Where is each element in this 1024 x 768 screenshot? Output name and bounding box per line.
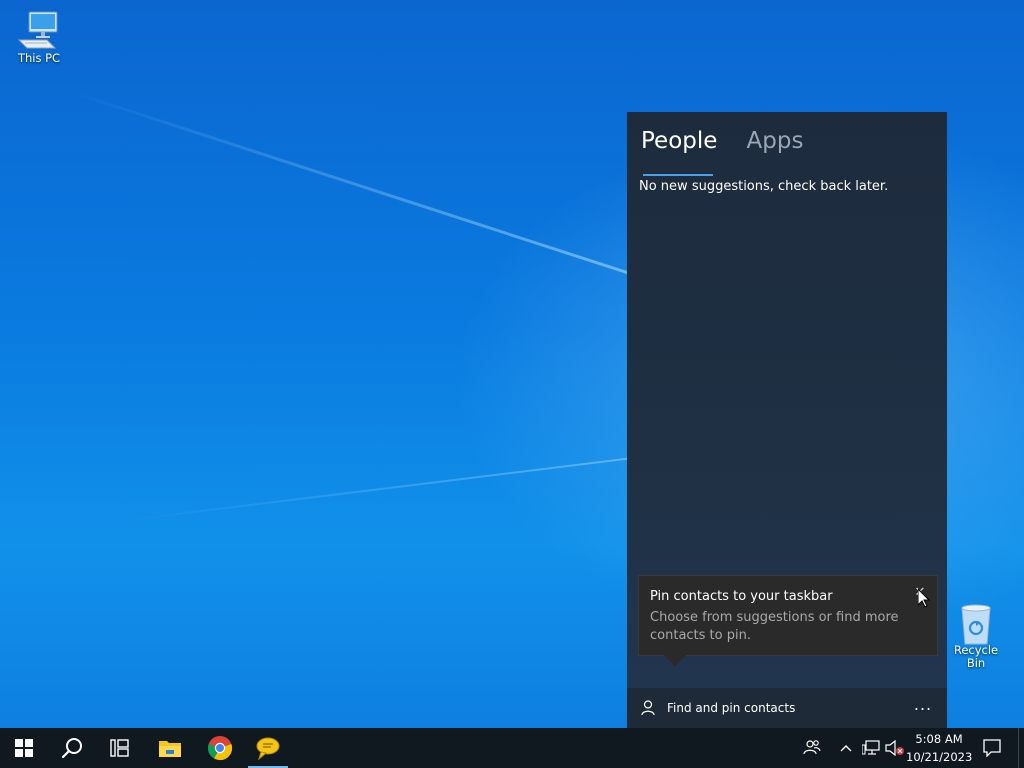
network-button[interactable] xyxy=(860,728,882,768)
tip-pointer xyxy=(663,643,687,667)
chevron-up-icon xyxy=(840,745,852,752)
wallpaper-light-beam xyxy=(69,90,679,291)
folder-icon xyxy=(159,741,181,757)
task-view-icon xyxy=(110,739,129,757)
volume-button[interactable] xyxy=(884,728,906,768)
task-view-button[interactable] xyxy=(96,728,144,768)
tip-title: Pin contacts to your taskbar xyxy=(650,589,833,604)
chrome-icon xyxy=(207,736,233,761)
people-panel-footer: Find and pin contacts ... xyxy=(627,688,947,728)
action-center-button[interactable] xyxy=(978,728,1006,768)
chrome-button[interactable] xyxy=(196,728,244,768)
recycle-bin-icon xyxy=(954,602,998,645)
show-desktop-button[interactable] xyxy=(1018,728,1024,768)
find-and-pin-contacts-button[interactable]: Find and pin contacts xyxy=(641,696,795,720)
pointer-icon xyxy=(917,587,931,608)
volume-muted-icon xyxy=(885,740,904,756)
more-options-button[interactable]: ... xyxy=(913,697,933,718)
tip-body: Choose from suggestions or find more con… xyxy=(650,610,899,643)
suggestions-message: No new suggestions, check back later. xyxy=(639,179,889,194)
desktop-icon-label: This PC xyxy=(17,51,61,65)
clock-time: 5:08 AM xyxy=(915,732,963,746)
people-tabs: People Apps xyxy=(641,128,827,176)
person-icon xyxy=(641,700,655,716)
pin-contacts-tip: Pin contacts to your taskbar Choose from… xyxy=(638,575,938,667)
active-tab-indicator xyxy=(643,174,713,176)
start-button[interactable] xyxy=(0,728,48,768)
clock-date: 10/21/2023 xyxy=(906,750,973,764)
people-panel: People Apps No new suggestions, check ba… xyxy=(627,112,947,728)
clock[interactable]: 5:08 AM 10/21/2023 xyxy=(906,730,972,766)
find-pin-label: Find and pin contacts xyxy=(667,701,796,715)
windows-logo-icon xyxy=(15,739,33,757)
tab-apps[interactable]: Apps xyxy=(747,128,804,154)
speech-bubble-icon xyxy=(256,737,280,760)
network-icon xyxy=(862,740,880,755)
people-icon xyxy=(803,740,821,755)
search-icon xyxy=(61,738,82,759)
computer-icon xyxy=(17,10,61,50)
taskbar: 5:08 AM 10/21/2023 xyxy=(0,728,1024,768)
tab-people[interactable]: People xyxy=(641,128,717,154)
desktop-icon-recycle-bin[interactable]: Recycle Bin xyxy=(943,602,1009,670)
show-hidden-icons-button[interactable] xyxy=(836,728,856,768)
people-tray-button[interactable] xyxy=(798,728,826,768)
sticky-app-button[interactable] xyxy=(244,728,292,768)
file-explorer-button[interactable] xyxy=(146,728,194,768)
search-button[interactable] xyxy=(48,728,96,768)
desktop-icon-this-pc[interactable]: This PC xyxy=(7,10,71,65)
mouse-cursor xyxy=(917,587,931,612)
notification-icon xyxy=(983,739,1001,757)
desktop-icon-label: Recycle Bin xyxy=(953,643,999,670)
